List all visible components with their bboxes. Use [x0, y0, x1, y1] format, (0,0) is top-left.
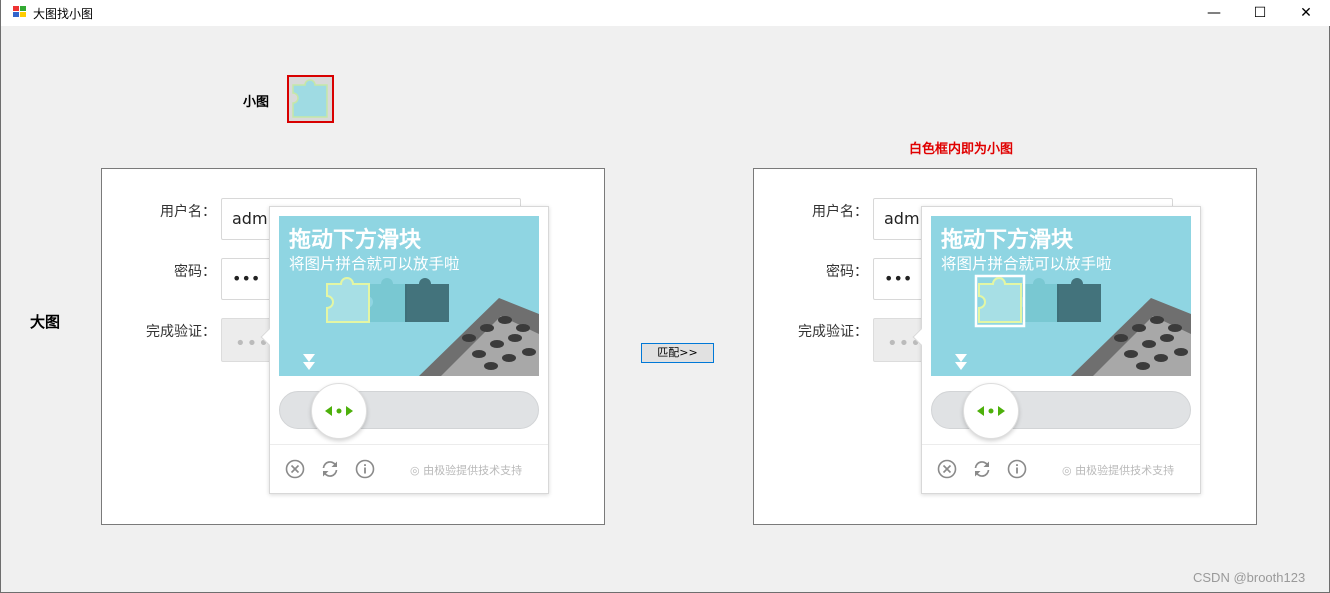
big-image-label: 大图	[30, 313, 61, 331]
small-image-preview	[287, 75, 334, 123]
slider-handle[interactable]	[311, 383, 367, 439]
match-button[interactable]: 匹配>>	[641, 343, 714, 363]
captcha-subtitle: 将图片拼合就可以放手啦	[941, 255, 1112, 273]
small-image-label: 小图	[243, 95, 270, 110]
close-button[interactable]: ✕	[1283, 0, 1329, 26]
drag-arrows-icon	[325, 406, 353, 416]
verify-label: 完成验证：	[146, 324, 216, 340]
app-icon	[13, 6, 27, 19]
captcha-title: 拖动下方滑块	[941, 228, 1074, 253]
hint-note: 白色框内即为小图	[909, 142, 1014, 157]
password-label: 密码：	[174, 264, 216, 280]
refresh-icon[interactable]	[972, 459, 992, 479]
popup-divider	[922, 444, 1200, 445]
popup-divider	[270, 444, 548, 445]
captcha-popup: 拖动下方滑块 将图片拼合就可以放手啦 ◎ 由极验提供技术支持	[912, 206, 1201, 494]
powered-by-label: 由极验提供技术支持	[423, 464, 523, 477]
captcha-title: 拖动下方滑块	[289, 228, 422, 253]
big-image-panel-left: 用户名： adm 密码： ••• 完成验证： ••• 拖动下方滑块 将图片拼合就…	[101, 168, 605, 525]
drag-arrows-icon	[977, 406, 1005, 416]
powered-by-label: 由极验提供技术支持	[1075, 464, 1175, 477]
title-bar[interactable]: 大图找小图 — ☐ ✕	[1, 0, 1330, 26]
window-title: 大图找小图	[33, 7, 94, 21]
info-icon[interactable]	[355, 459, 375, 479]
username-label: 用户名：	[812, 204, 868, 220]
maximize-button[interactable]: ☐	[1237, 0, 1283, 26]
info-icon[interactable]	[1007, 459, 1027, 479]
username-label: 用户名：	[160, 204, 216, 220]
minimize-button[interactable]: —	[1191, 0, 1237, 26]
geetest-logo-icon: ◎	[410, 464, 420, 477]
captcha-image: 拖动下方滑块 将图片拼合就可以放手啦	[931, 216, 1191, 376]
captcha-image: 拖动下方滑块 将图片拼合就可以放手啦	[279, 216, 539, 376]
close-captcha-icon[interactable]	[285, 459, 305, 479]
close-captcha-icon[interactable]	[937, 459, 957, 479]
watermark: CSDN @brooth123	[1193, 570, 1306, 585]
powered-by-text: ◎ 由极验提供技术支持	[410, 462, 522, 478]
verify-label: 完成验证：	[798, 324, 868, 340]
powered-by-text: ◎ 由极验提供技术支持	[1062, 462, 1174, 478]
captcha-subtitle: 将图片拼合就可以放手啦	[289, 255, 460, 273]
slider-handle[interactable]	[963, 383, 1019, 439]
geetest-logo-icon: ◎	[1062, 464, 1072, 477]
password-label: 密码：	[826, 264, 868, 280]
refresh-icon[interactable]	[320, 459, 340, 479]
captcha-popup: 拖动下方滑块 将图片拼合就可以放手啦 ◎ 由极验提供技术支持	[260, 206, 549, 494]
main-window: 大图找小图 — ☐ ✕ 小图 大图 白色框内即为小图 用户名： adm 密码： …	[0, 0, 1330, 593]
big-image-panel-right: 用户名： adm 密码： ••• 完成验证： ••• 拖动下方滑块 将图片拼合就…	[753, 168, 1257, 525]
